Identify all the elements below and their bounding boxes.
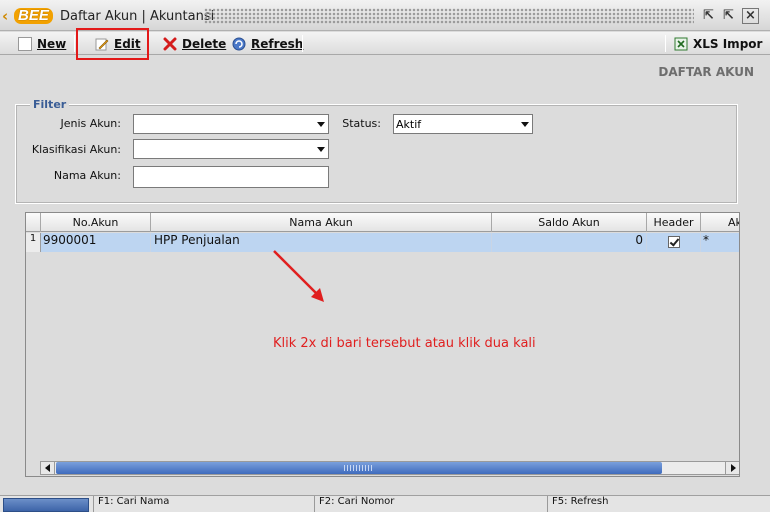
header-checkbox[interactable] <box>668 236 680 248</box>
status-f1: F1: Cari Nama <box>93 496 313 512</box>
cell-no-akun[interactable]: 9900001 <box>41 233 151 252</box>
edit-highlight-box <box>76 28 149 60</box>
window-title: Daftar Akun | Akuntansi <box>60 9 215 24</box>
column-header-ak[interactable]: Ak <box>701 213 739 232</box>
jenis-akun-label: Jenis Akun: <box>60 117 121 130</box>
row-number-header <box>26 213 41 232</box>
status-select[interactable]: Aktif <box>393 114 533 134</box>
scroll-thumb[interactable] <box>56 462 662 474</box>
annotation-hint: Klik 2x di bari tersebut atau klik dua k… <box>273 336 536 351</box>
logo-text: BEE <box>14 8 53 24</box>
refresh-button-label: Refresh <box>251 36 304 51</box>
column-header-no-akun[interactable]: No.Akun <box>41 213 151 232</box>
page-title: DAFTAR AKUN <box>658 65 754 79</box>
toolbar-separator <box>74 35 75 52</box>
table-row[interactable]: 1 9900001 HPP Penjualan 0 * <box>26 233 739 252</box>
status-progress <box>3 498 89 512</box>
klasifikasi-akun-select[interactable] <box>133 139 329 159</box>
jenis-akun-select[interactable] <box>133 114 329 134</box>
nama-akun-input[interactable] <box>133 166 329 188</box>
excel-icon <box>674 37 688 51</box>
title-grip <box>204 8 694 24</box>
xls-import-label: XLS Impor <box>693 36 763 51</box>
cell-ak[interactable]: * <box>701 233 739 252</box>
grid-header: No.Akun Nama Akun Saldo Akun Header Ak <box>26 213 739 232</box>
title-bar: ‹ BEE Daftar Akun | Akuntansi ⇱ ⇱ × <box>0 0 770 31</box>
status-label: Status: <box>342 117 381 130</box>
bee-logo: ‹ BEE <box>2 7 58 25</box>
refresh-button[interactable]: Refresh <box>232 34 303 53</box>
toolbar-separator <box>302 35 303 52</box>
nama-akun-label: Nama Akun: <box>53 169 121 182</box>
chevron-down-icon <box>317 122 325 127</box>
scroll-right-icon[interactable] <box>725 462 739 474</box>
new-document-icon <box>18 36 32 51</box>
delete-button[interactable]: Delete <box>163 34 226 53</box>
status-f2: F2: Cari Nomor <box>314 496 546 512</box>
column-header-nama-akun[interactable]: Nama Akun <box>151 213 492 232</box>
status-bar: F1: Cari Nama F2: Cari Nomor F5: Refresh <box>0 495 770 512</box>
horizontal-scrollbar[interactable] <box>40 461 739 475</box>
toolbar-separator <box>665 35 666 52</box>
chevron-down-icon <box>317 147 325 152</box>
maximize-icon[interactable]: ⇱ <box>720 8 737 24</box>
column-header-header[interactable]: Header <box>647 213 701 232</box>
delete-x-icon <box>163 37 177 51</box>
xls-import-button[interactable]: XLS Impor <box>674 34 762 53</box>
new-button[interactable]: New <box>18 34 66 53</box>
cell-header[interactable] <box>647 233 701 252</box>
delete-button-label: Delete <box>182 36 227 51</box>
chevron-left-icon: ‹ <box>2 7 9 25</box>
column-header-saldo-akun[interactable]: Saldo Akun <box>492 213 647 232</box>
status-f5: F5: Refresh <box>547 496 770 512</box>
cell-saldo-akun[interactable]: 0 <box>492 233 647 252</box>
refresh-icon <box>232 37 246 51</box>
chevron-down-icon <box>521 122 529 127</box>
klasifikasi-akun-label: Klasifikasi Akun: <box>31 143 121 156</box>
scroll-left-icon[interactable] <box>41 462 55 474</box>
new-button-label: New <box>37 36 67 51</box>
filter-legend: Filter <box>30 98 70 111</box>
annotation-arrow <box>273 250 324 302</box>
row-number: 1 <box>26 233 41 252</box>
restore-icon[interactable]: ⇱ <box>700 8 717 24</box>
close-icon[interactable]: × <box>742 8 759 24</box>
status-value: Aktif <box>396 118 422 131</box>
